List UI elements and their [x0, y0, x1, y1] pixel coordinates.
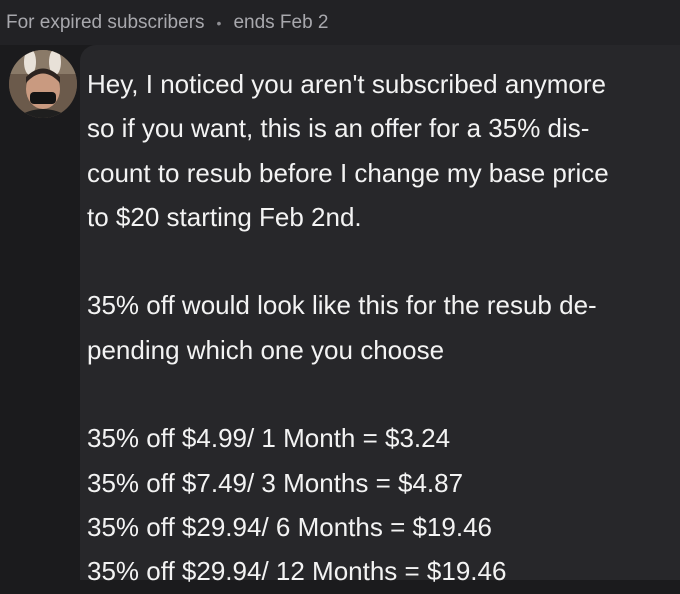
- avatar-image: [9, 50, 77, 118]
- message-line: 35% off would look like this for the res…: [87, 290, 597, 321]
- message-line: to $20 starting Feb 2nd.: [87, 201, 362, 232]
- message-line: so if you want, this is an offer for a 3…: [87, 113, 590, 144]
- expiry-label: ends Feb 2: [233, 11, 329, 33]
- message-line: count to resub before I change my base p…: [87, 157, 609, 188]
- price-option: 35% off $7.49/ 3 Months = $4.87: [87, 467, 464, 498]
- audience-label: For expired subscribers: [6, 11, 205, 33]
- message-line: pending which one you choose: [87, 334, 445, 365]
- message-line: Hey, I noticed you aren't subscribed any…: [87, 69, 606, 99]
- message-text: Hey, I noticed you aren't subscribed any…: [87, 62, 677, 594]
- message-thread: Hey, I noticed you aren't subscribed any…: [0, 45, 680, 586]
- separator-dot: •: [216, 14, 222, 31]
- price-option: 35% off $29.94/ 6 Months = $19.46: [87, 511, 492, 542]
- price-option: 35% off $29.94/ 12 Months = $19.46: [87, 556, 507, 587]
- offer-header: For expired subscribers • ends Feb 2: [0, 0, 680, 45]
- user-avatar-icon[interactable]: [9, 50, 77, 118]
- price-option: 35% off $4.99/ 1 Month = $3.24: [87, 423, 451, 454]
